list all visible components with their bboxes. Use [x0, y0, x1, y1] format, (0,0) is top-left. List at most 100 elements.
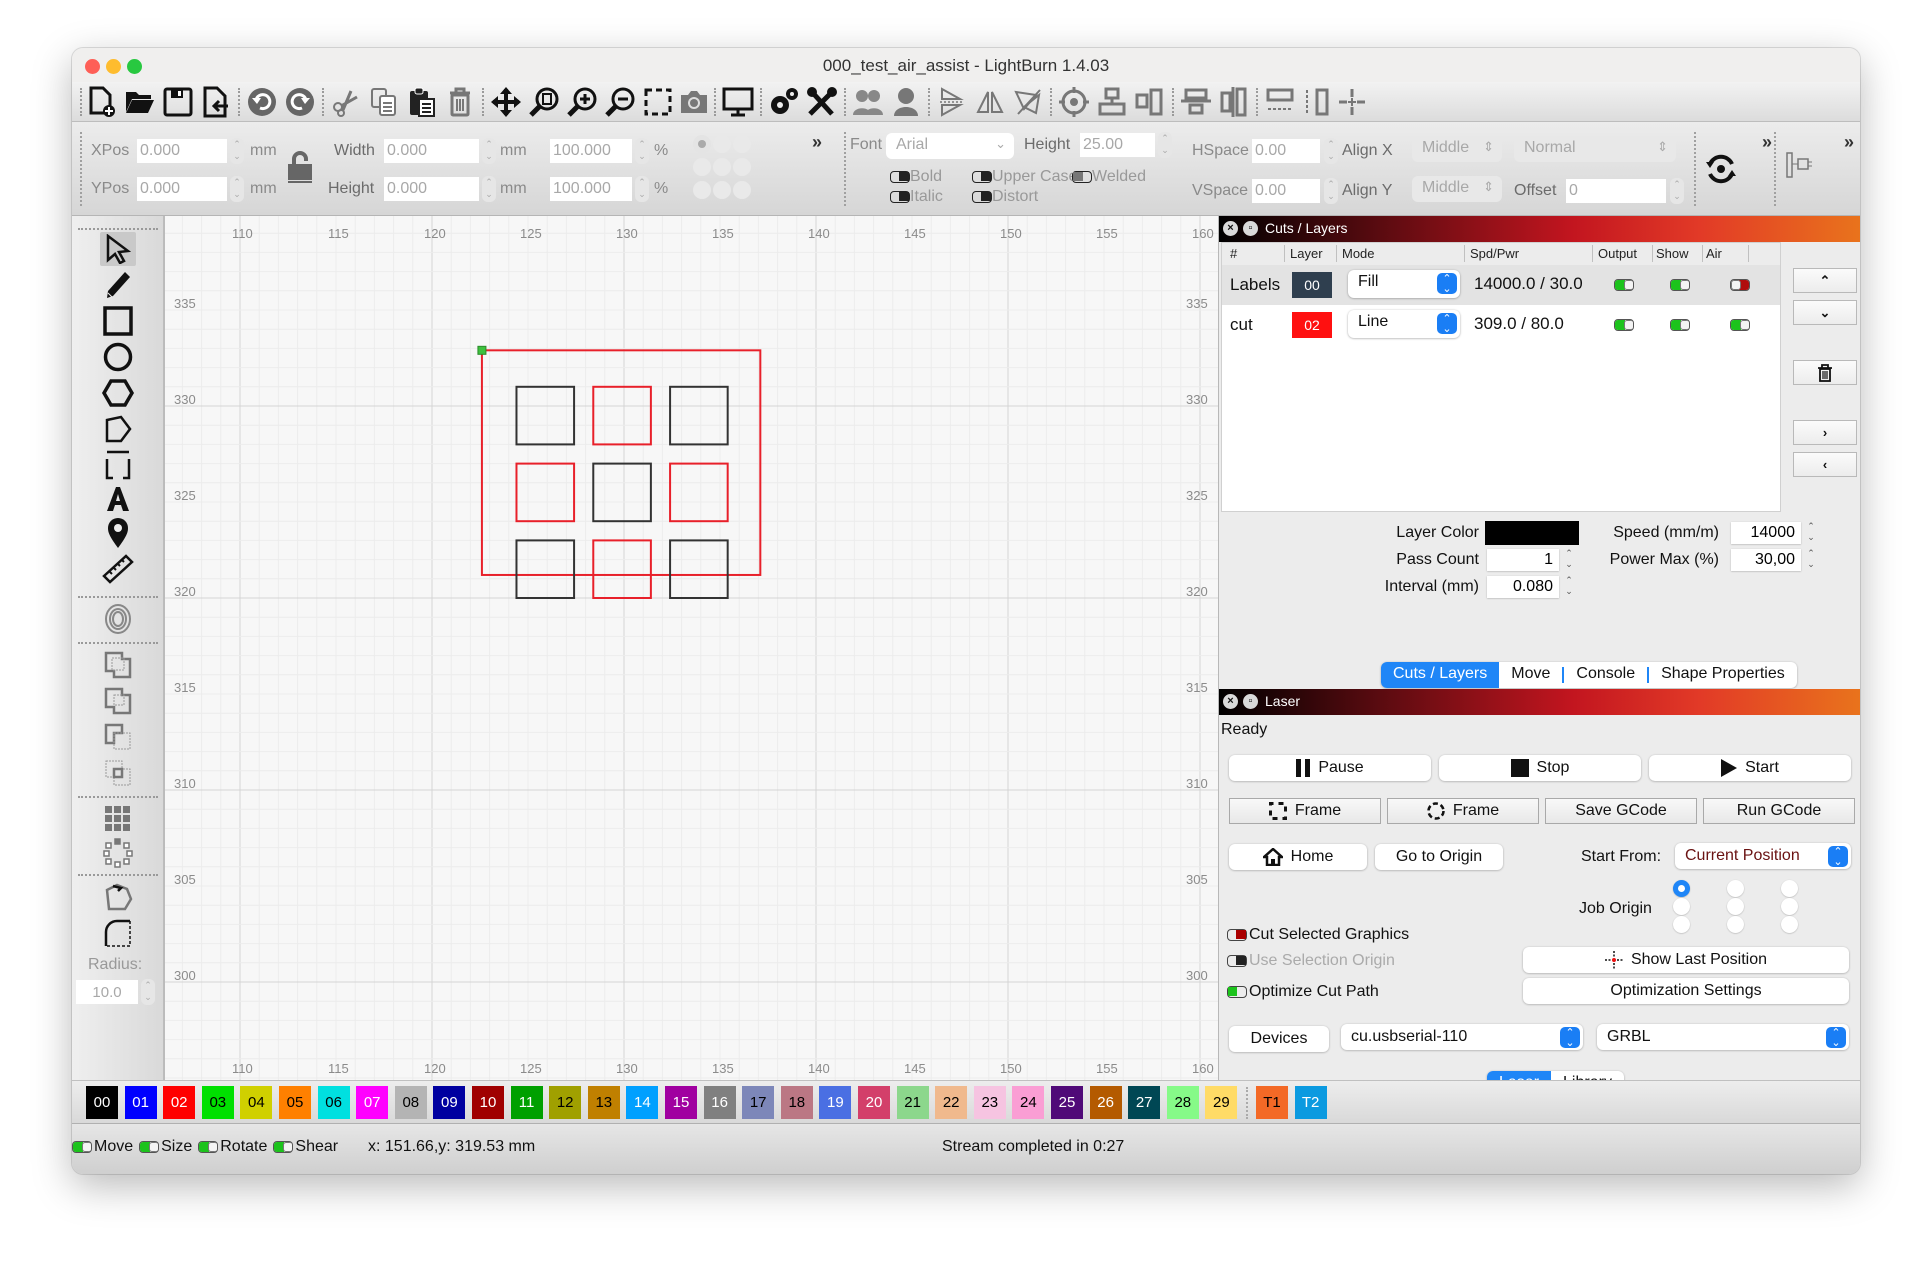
- use-selection-origin-toggle[interactable]: Use Selection Origin: [1227, 952, 1395, 970]
- shear-toggle[interactable]: [273, 1141, 294, 1153]
- align-y-select[interactable]: Middle ⇕: [1412, 176, 1502, 202]
- delete-layer-button[interactable]: [1793, 360, 1857, 385]
- pause-button[interactable]: Pause: [1229, 755, 1431, 781]
- stop-button[interactable]: Stop: [1439, 755, 1641, 781]
- zoom-selection-icon[interactable]: [640, 84, 676, 120]
- frame-circle-button[interactable]: Frame: [1387, 798, 1539, 824]
- align-x-select[interactable]: Middle ⇕: [1412, 136, 1502, 162]
- air-toggle[interactable]: [1730, 319, 1750, 331]
- show-last-position-button[interactable]: Show Last Position: [1523, 947, 1849, 973]
- pencil-tool-icon[interactable]: [100, 268, 136, 302]
- undo-icon[interactable]: [244, 84, 280, 120]
- monitor-icon[interactable]: [720, 84, 756, 120]
- close-panel-icon[interactable]: ×: [1223, 694, 1238, 709]
- weld-shapes-icon[interactable]: [100, 648, 136, 682]
- save-gcode-button[interactable]: Save GCode: [1545, 798, 1697, 824]
- design-square[interactable]: [669, 462, 729, 523]
- show-toggle[interactable]: [1670, 319, 1690, 331]
- collapse-panel-button[interactable]: ‹: [1793, 452, 1857, 477]
- optimize-cut-path-toggle[interactable]: Optimize Cut Path: [1227, 983, 1379, 1001]
- move-to-center-icon[interactable]: [1334, 84, 1370, 120]
- scale-x-input[interactable]: [550, 139, 632, 163]
- palette-swatch-19[interactable]: 19: [819, 1086, 852, 1119]
- zoom-to-page-icon[interactable]: [526, 84, 562, 120]
- palette-swatch-12[interactable]: 12: [549, 1086, 582, 1119]
- go-to-origin-button[interactable]: Go to Origin: [1375, 844, 1503, 870]
- width-input[interactable]: [384, 139, 479, 163]
- power-max-input[interactable]: [1731, 549, 1801, 571]
- palette-swatch-26[interactable]: 26: [1089, 1086, 1122, 1119]
- bold-toggle[interactable]: Bold: [890, 168, 942, 186]
- text-height-stepper[interactable]: ⌃ ⌄: [1158, 132, 1172, 158]
- align-vcenter-icon[interactable]: [1178, 84, 1214, 120]
- layer-row[interactable]: Labels 00 Fill ⌃ ⌄ 14000.0 / 30.0: [1222, 265, 1780, 305]
- tab-shape-properties[interactable]: Shape Properties: [1649, 662, 1797, 688]
- start-from-select[interactable]: Current Position ⌃ ⌄: [1675, 843, 1851, 869]
- text-mode-select[interactable]: Normal ⇕: [1514, 136, 1676, 162]
- palette-swatch-06[interactable]: 06: [317, 1086, 350, 1119]
- scale-y-stepper[interactable]: ⌃ ⌄: [635, 176, 649, 202]
- layer-mode-select[interactable]: Line ⌃ ⌄: [1348, 310, 1460, 338]
- boolean-subtract-icon[interactable]: [100, 720, 136, 754]
- italic-toggle[interactable]: Italic: [890, 188, 943, 206]
- tools-icon[interactable]: [804, 84, 840, 120]
- air-toggle[interactable]: [1730, 279, 1750, 291]
- width-stepper[interactable]: ⌃ ⌄: [482, 138, 496, 164]
- tool-layer-swatch-T1[interactable]: T1: [1256, 1086, 1288, 1119]
- interval-stepper[interactable]: ⌃ ⌄: [1563, 575, 1575, 599]
- align-centers-icon[interactable]: [1056, 84, 1092, 120]
- palette-swatch-05[interactable]: 05: [279, 1086, 311, 1119]
- power-max-stepper[interactable]: ⌃ ⌄: [1805, 548, 1817, 572]
- close-panel-icon[interactable]: ×: [1223, 221, 1238, 236]
- float-panel-icon[interactable]: ▫: [1243, 221, 1258, 236]
- run-gcode-button[interactable]: Run GCode: [1703, 798, 1855, 824]
- palette-swatch-02[interactable]: 02: [163, 1086, 196, 1119]
- frame-rect-button[interactable]: Frame: [1229, 798, 1381, 824]
- design-square[interactable]: [592, 462, 652, 523]
- vspace-input[interactable]: [1252, 179, 1320, 203]
- palette-swatch-14[interactable]: 14: [626, 1086, 659, 1119]
- design-square[interactable]: [515, 462, 576, 523]
- canvas-drawing[interactable]: 110 110 115 115 120 120 125 125 130 130 135 135 140 1…: [164, 216, 1218, 1080]
- group-icon[interactable]: [850, 84, 886, 120]
- distort-toggle[interactable]: Distort: [972, 188, 1038, 206]
- output-toggle[interactable]: [1614, 279, 1634, 291]
- pass-count-input[interactable]: [1487, 549, 1559, 571]
- copy-icon[interactable]: [366, 84, 402, 120]
- palette-swatch-10[interactable]: 10: [472, 1086, 504, 1119]
- palette-swatch-00[interactable]: 00: [86, 1086, 118, 1119]
- palette-swatch-13[interactable]: 13: [587, 1086, 620, 1119]
- move-toggle[interactable]: [72, 1141, 92, 1153]
- device-type-select[interactable]: GRBL ⌃ ⌄: [1597, 1024, 1849, 1050]
- speed-stepper[interactable]: ⌃ ⌄: [1805, 521, 1817, 545]
- grid-array-icon[interactable]: [100, 802, 136, 836]
- palette-swatch-25[interactable]: 25: [1051, 1086, 1083, 1119]
- select-tool-icon[interactable]: [100, 232, 136, 266]
- paste-icon[interactable]: [404, 84, 440, 120]
- lock-aspect-icon[interactable]: [287, 150, 313, 188]
- ypos-input[interactable]: [137, 177, 227, 201]
- camera-icon[interactable]: [676, 84, 712, 120]
- interval-input[interactable]: [1487, 576, 1559, 598]
- new-file-icon[interactable]: [84, 84, 120, 120]
- offset-input[interactable]: [1566, 179, 1666, 203]
- design-square[interactable]: [669, 539, 729, 599]
- hspace-input[interactable]: [1252, 139, 1320, 163]
- palette-swatch-22[interactable]: 22: [935, 1086, 968, 1119]
- upper-case-toggle[interactable]: Upper Case: [972, 168, 1072, 186]
- edit-nodes-tool-icon[interactable]: [100, 412, 136, 446]
- height-input[interactable]: [384, 177, 479, 201]
- align-hcenter-icon[interactable]: [1216, 84, 1252, 120]
- align-tops-icon[interactable]: [1094, 84, 1130, 120]
- expand-panel-button[interactable]: ›: [1793, 420, 1857, 445]
- tool-layer-swatch-T2[interactable]: T2: [1294, 1086, 1327, 1119]
- fillet-icon[interactable]: [100, 916, 136, 950]
- distribute-vspace-icon[interactable]: [1298, 84, 1334, 120]
- palette-swatch-21[interactable]: 21: [896, 1086, 929, 1119]
- font-select[interactable]: Arial ⌄: [886, 133, 1014, 159]
- move-layer-down-button[interactable]: ⌄: [1793, 300, 1857, 325]
- open-folder-icon[interactable]: [122, 84, 158, 120]
- rectangle-tool-icon[interactable]: [100, 304, 136, 338]
- welded-toggle[interactable]: Welded: [1072, 168, 1146, 186]
- palette-swatch-04[interactable]: 04: [240, 1086, 273, 1119]
